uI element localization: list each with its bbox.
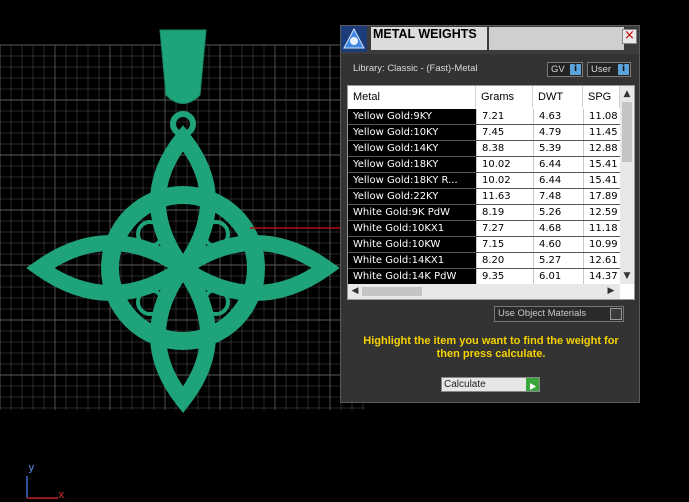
grams-cell: 8.19 xyxy=(476,205,533,220)
spg-cell: 10.99 xyxy=(583,237,620,252)
metal-cell: White Gold:14K PdW xyxy=(348,269,476,284)
dwt-cell: 4.63 xyxy=(533,109,583,124)
metal-cell: Yellow Gold:22KY xyxy=(348,189,476,204)
library-label: Library: Classic - (Fast)-Metal xyxy=(353,63,478,74)
header-dwt[interactable]: DWT xyxy=(533,86,583,108)
dialog-title-bar[interactable]: METAL WEIGHTS × xyxy=(341,26,639,54)
grams-cell: 10.02 xyxy=(476,173,533,188)
table-row[interactable]: Yellow Gold:14KY 8.38 5.39 12.88 xyxy=(348,141,620,157)
table-row[interactable]: White Gold:14KX1 8.20 5.27 12.61 xyxy=(348,253,620,269)
vertical-scrollbar[interactable]: ▲ ▼ xyxy=(620,86,634,284)
metal-cell: White Gold:10KW xyxy=(348,237,476,252)
gv-label: GV xyxy=(551,64,565,75)
metal-cell: Yellow Gold:18KY R... xyxy=(348,173,476,188)
spg-cell: 15.41 xyxy=(583,157,620,172)
metal-cell: Yellow Gold:10KY xyxy=(348,125,476,140)
dwt-cell: 6.01 xyxy=(533,269,583,284)
metal-cell: Yellow Gold:9KY xyxy=(348,109,476,124)
horizontal-scroll-thumb[interactable] xyxy=(362,287,422,296)
grams-cell: 9.35 xyxy=(476,269,533,284)
scroll-right-icon[interactable]: ▶ xyxy=(604,285,618,297)
vertical-scroll-thumb[interactable] xyxy=(622,102,632,162)
dwt-cell: 6.44 xyxy=(533,157,583,172)
metal-weights-table[interactable]: Metal Grams DWT SPG Yellow Gold:9KY 7.21 4… xyxy=(347,85,635,300)
dwt-cell: 7.48 xyxy=(533,189,583,204)
title-bar-fill xyxy=(489,27,624,50)
use-object-materials-toggle[interactable]: Use Object Materials xyxy=(494,306,624,322)
dwt-cell: 5.26 xyxy=(533,205,583,220)
spg-cell: 12.59 xyxy=(583,205,620,220)
axis-y-label: y xyxy=(28,461,35,474)
toggle-indicator-icon xyxy=(610,308,622,320)
header-metal[interactable]: Metal xyxy=(348,86,476,108)
user-label: User xyxy=(591,64,612,75)
metal-cell: White Gold:9K PdW xyxy=(348,205,476,220)
instruction-text: Highlight the item you want to find the … xyxy=(363,335,619,360)
user-toggle[interactable]: User i xyxy=(587,62,631,77)
table-header-row: Metal Grams DWT SPG xyxy=(348,86,620,108)
grams-cell: 7.21 xyxy=(476,109,533,124)
gv-toggle[interactable]: GV i xyxy=(547,62,583,77)
table-row[interactable]: Yellow Gold:18KY R... 10.02 6.44 15.41 xyxy=(348,173,620,189)
grams-cell: 7.15 xyxy=(476,237,533,252)
spg-cell: 11.08 xyxy=(583,109,620,124)
table-row[interactable]: Yellow Gold:9KY 7.21 4.63 11.08 xyxy=(348,109,620,125)
use-object-materials-label: Use Object Materials xyxy=(498,308,587,319)
metal-cell: Yellow Gold:14KY xyxy=(348,141,476,156)
dwt-cell: 5.39 xyxy=(533,141,583,156)
table-row[interactable]: Yellow Gold:22KY 11.63 7.48 17.89 xyxy=(348,189,620,205)
dialog-title: METAL WEIGHTS xyxy=(371,27,487,50)
grams-cell: 7.27 xyxy=(476,221,533,236)
scroll-up-icon[interactable]: ▲ xyxy=(620,88,634,100)
calculate-button[interactable]: Calculate xyxy=(441,377,540,392)
dwt-cell: 4.60 xyxy=(533,237,583,252)
spg-cell: 11.45 xyxy=(583,125,620,140)
dwt-cell: 4.68 xyxy=(533,221,583,236)
grams-cell: 8.38 xyxy=(476,141,533,156)
table-row[interactable]: White Gold:10KW 7.15 4.60 10.99 xyxy=(348,237,620,253)
pendant-bail xyxy=(159,29,207,104)
info-icon: i xyxy=(618,64,629,75)
metal-cell: Yellow Gold:18KY xyxy=(348,157,476,172)
spg-cell: 12.61 xyxy=(583,253,620,268)
table-rows: Yellow Gold:9KY 7.21 4.63 11.08 Yellow Gold:… xyxy=(348,109,620,285)
grams-cell: 7.45 xyxy=(476,125,533,140)
spg-cell: 15.41 xyxy=(583,173,620,188)
grams-cell: 11.63 xyxy=(476,189,533,204)
scroll-down-icon[interactable]: ▼ xyxy=(620,270,634,282)
metal-cell: White Gold:10KX1 xyxy=(348,221,476,236)
spg-cell: 14.37 xyxy=(583,269,620,284)
dwt-cell: 6.44 xyxy=(533,173,583,188)
app-logo-icon xyxy=(341,26,367,52)
metal-cell: White Gold:14KX1 xyxy=(348,253,476,268)
header-grams[interactable]: Grams xyxy=(476,86,533,108)
grams-cell: 10.02 xyxy=(476,157,533,172)
play-arrow-icon xyxy=(526,378,539,391)
table-row[interactable]: Yellow Gold:10KY 7.45 4.79 11.45 xyxy=(348,125,620,141)
table-row[interactable]: White Gold:10KX1 7.27 4.68 11.18 xyxy=(348,221,620,237)
info-icon: i xyxy=(570,64,581,75)
spg-cell: 11.18 xyxy=(583,221,620,236)
table-row[interactable]: Yellow Gold:18KY 10.02 6.44 15.41 xyxy=(348,157,620,173)
metal-weights-dialog: METAL WEIGHTS × Library: Classic - (Fast… xyxy=(340,25,640,403)
table-row[interactable]: White Gold:9K PdW 8.19 5.26 12.59 xyxy=(348,205,620,221)
spg-cell: 12.88 xyxy=(583,141,620,156)
header-spg[interactable]: SPG xyxy=(583,86,620,108)
grams-cell: 8.20 xyxy=(476,253,533,268)
calculate-label: Calculate xyxy=(444,379,486,390)
scroll-left-icon[interactable]: ◀ xyxy=(348,285,362,297)
axis-x-label: x xyxy=(58,488,65,501)
table-row[interactable]: White Gold:14K PdW 9.35 6.01 14.37 xyxy=(348,269,620,285)
horizontal-scrollbar[interactable]: ◀ ▶ xyxy=(348,284,620,299)
spg-cell: 17.89 xyxy=(583,189,620,204)
dwt-cell: 5.27 xyxy=(533,253,583,268)
dwt-cell: 4.79 xyxy=(533,125,583,140)
close-icon[interactable]: × xyxy=(622,29,637,44)
